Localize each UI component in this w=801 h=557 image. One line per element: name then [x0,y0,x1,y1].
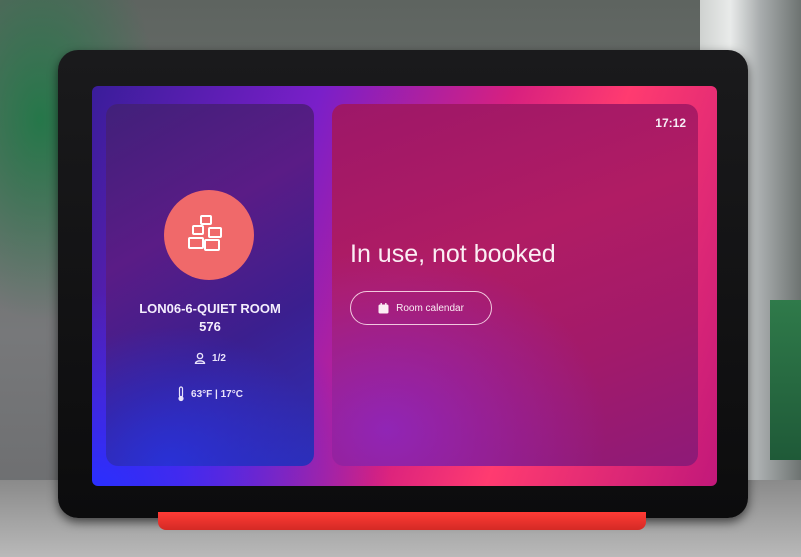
temperature-row: 63°F | 17°C [106,386,314,402]
clock: 17:12 [655,116,686,130]
occupancy-row: 1/2 [106,352,314,364]
device-screen: LON06-6-QUIET ROOM 576 1/2 63°F | 17°C 1… [92,86,717,486]
person-icon [194,352,206,364]
device-stand [158,512,646,530]
calendar-icon [378,302,389,313]
background-plant [770,300,801,460]
room-calendar-label: Room calendar [396,302,464,314]
room-calendar-button[interactable]: Room calendar [350,291,492,325]
occupancy-value: 1/2 [212,352,226,364]
temperature-value: 63°F | 17°C [191,388,243,400]
room-status: In use, not booked [350,240,556,268]
status-panel: 17:12 In use, not booked Room calendar [332,104,698,466]
room-name: LON06-6-QUIET ROOM 576 [106,300,314,336]
meeting-room-icon [188,215,222,251]
thermometer-icon [178,386,184,402]
room-info-panel: LON06-6-QUIET ROOM 576 1/2 63°F | 17°C [106,104,314,466]
room-avatar [164,190,254,280]
room-name-line2: 576 [199,319,221,334]
room-name-line1: LON06-6-QUIET ROOM [139,301,281,316]
